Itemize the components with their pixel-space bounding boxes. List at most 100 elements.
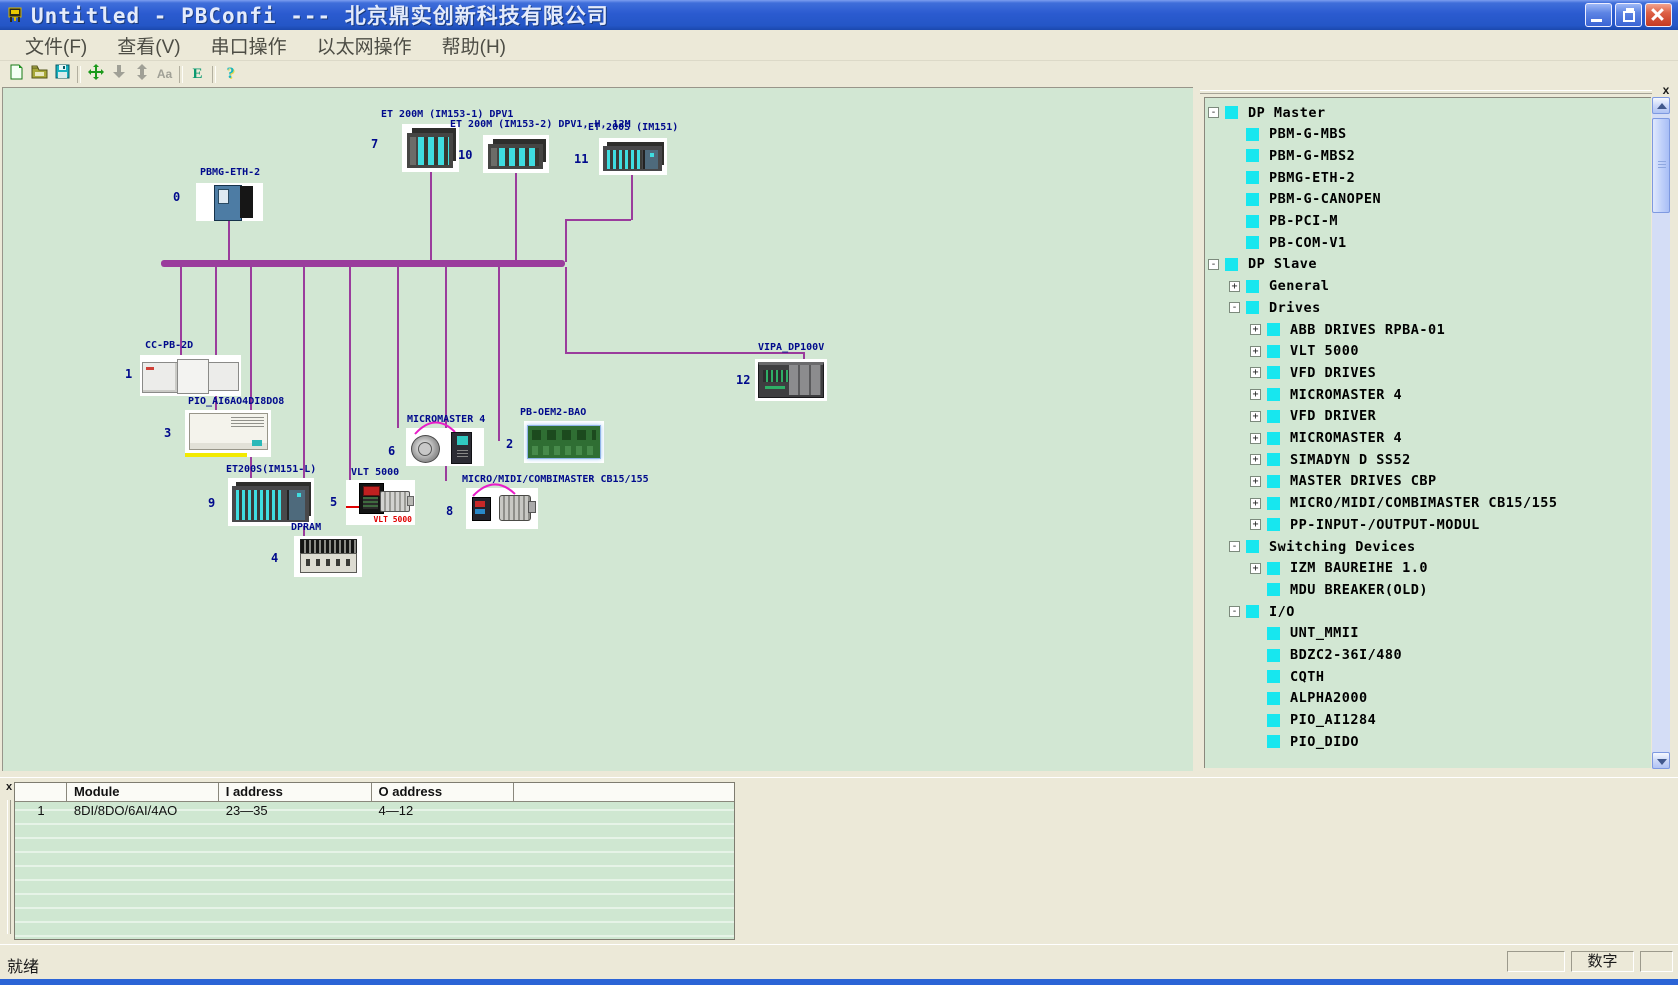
table-row[interactable]: 18DI/8DO/6AI/4AO23—354—12 — [15, 801, 734, 820]
tree-item-master-drives-cbp[interactable]: +MASTER DRIVES CBP — [1205, 471, 1651, 492]
tree-item-pb-pci-m[interactable]: PB-PCI-M — [1205, 211, 1651, 232]
tree-item-pb-com-v1[interactable]: PB-COM-V1 — [1205, 232, 1651, 253]
close-button[interactable] — [1645, 3, 1672, 27]
collapse-icon[interactable]: - — [1208, 107, 1219, 118]
menu-item-view[interactable]: 查看(V) — [102, 32, 195, 59]
device-type-icon — [1246, 128, 1259, 141]
collapse-icon[interactable]: - — [1208, 259, 1219, 270]
help-button[interactable]: ? — [219, 64, 242, 85]
menu-item-serial[interactable]: 串口操作 — [196, 32, 302, 59]
tree-item-micromaster-4[interactable]: +MICROMASTER 4 — [1205, 428, 1651, 449]
minimize-button[interactable] — [1585, 3, 1612, 27]
connection-line — [430, 172, 432, 262]
expand-icon[interactable]: + — [1250, 367, 1261, 378]
tree-item-pbm-g-mbs[interactable]: PBM-G-MBS — [1205, 124, 1651, 145]
save-button[interactable] — [51, 64, 74, 85]
new-file-button[interactable] — [5, 64, 28, 85]
plc-block — [208, 362, 239, 391]
device-pbmg-eth-2[interactable] — [196, 183, 263, 221]
module-address-table[interactable]: ModuleI addressO address 18DI/8DO/6AI/4A… — [14, 782, 735, 940]
expand-icon[interactable]: + — [1250, 519, 1261, 530]
tree-item-bdzc2-36i-480[interactable]: BDZC2-36I/480 — [1205, 645, 1651, 666]
tree-item-mdu-breaker-old[interactable]: MDU BREAKER(OLD) — [1205, 579, 1651, 600]
tree-item-pio-dido[interactable]: PIO_DIDO — [1205, 731, 1651, 752]
device-tree[interactable]: -DP MasterPBM-G-MBSPBM-G-MBS2PBMG-ETH-2P… — [1204, 97, 1651, 768]
tree-item-pbm-g-canopen[interactable]: PBM-G-CANOPEN — [1205, 189, 1651, 210]
tree-scrollbar[interactable] — [1652, 97, 1670, 769]
device-type-icon — [1267, 583, 1280, 596]
device-et-200m-im153-2-dpv1-h-12m[interactable] — [483, 135, 549, 173]
scrollbar-thumb[interactable] — [1652, 118, 1670, 213]
device-vipa-dp100v[interactable] — [755, 359, 827, 401]
device-type-icon — [1267, 410, 1280, 423]
tree-item-general[interactable]: +General — [1205, 276, 1651, 297]
device-cc-pb-2d[interactable] — [140, 355, 241, 396]
expand-icon[interactable]: + — [1250, 324, 1261, 335]
diagram-canvas[interactable]: PBMG-ETH-20ET 200M (IM153-1) DPV17ET 200… — [2, 87, 1193, 771]
tree-item-vfd-drives[interactable]: +VFD DRIVES — [1205, 362, 1651, 383]
tree-item-micro-midi-combimaster-cb15-155[interactable]: +MICRO/MIDI/COMBIMASTER CB15/155 — [1205, 493, 1651, 514]
title-bar[interactable]: Untitled - PBConfi --- 北京鼎实创新科技有限公司 — [0, 0, 1678, 30]
scroll-down-icon[interactable] — [1652, 752, 1670, 769]
expand-icon[interactable]: + — [1250, 389, 1261, 400]
column-header-empty[interactable] — [15, 783, 67, 801]
collapse-icon[interactable]: - — [1229, 606, 1240, 617]
menu-item-help[interactable]: 帮助(H) — [427, 32, 521, 59]
expand-icon[interactable]: + — [1250, 411, 1261, 422]
tree-item-izm-baureihe-1-0[interactable]: +IZM BAUREIHE 1.0 — [1205, 558, 1651, 579]
device-et200s-im151-l[interactable] — [228, 478, 314, 526]
tree-item-micromaster-4[interactable]: +MICROMASTER 4 — [1205, 384, 1651, 405]
font-button[interactable]: Aa — [153, 64, 176, 85]
column-header-i-address[interactable]: I address — [219, 783, 372, 801]
device-et-200m-im153-1-dpv1[interactable] — [402, 124, 459, 172]
tree-item-pbmg-eth-2[interactable]: PBMG-ETH-2 — [1205, 167, 1651, 188]
menu-item-file[interactable]: 文件(F) — [10, 32, 102, 59]
tree-item-vfd-driver[interactable]: +VFD DRIVER — [1205, 406, 1651, 427]
expand-icon[interactable]: + — [1250, 433, 1261, 444]
device-et-200s-im151[interactable] — [599, 138, 667, 175]
tree-item-unt-mmii[interactable]: UNT_MMII — [1205, 623, 1651, 644]
expand-icon[interactable]: + — [1250, 563, 1261, 574]
tree-item-vlt-5000[interactable]: +VLT 5000 — [1205, 341, 1651, 362]
expand-icon[interactable]: + — [1229, 281, 1240, 292]
column-header-o-address[interactable]: O address — [372, 783, 515, 801]
tree-item-pp-input-output-modul[interactable]: +PP-INPUT-/OUTPUT-MODUL — [1205, 514, 1651, 535]
move-button[interactable] — [84, 64, 107, 85]
menu-item-ethernet[interactable]: 以太网操作 — [302, 32, 427, 59]
device-dpram[interactable] — [294, 536, 362, 577]
scroll-up-icon[interactable] — [1652, 97, 1670, 114]
column-header-empty[interactable] — [514, 783, 734, 801]
expand-icon[interactable]: + — [1250, 476, 1261, 487]
device-vlt-5000[interactable]: VLT 5000 — [346, 480, 415, 525]
collapse-icon[interactable]: - — [1229, 302, 1240, 313]
expand-icon[interactable]: + — [1250, 498, 1261, 509]
tree-item-i-o[interactable]: -I/O — [1205, 601, 1651, 622]
panel-grip[interactable] — [1200, 90, 1652, 94]
expand-icon[interactable]: + — [1250, 346, 1261, 357]
tree-item-switching-devices[interactable]: -Switching Devices — [1205, 536, 1651, 557]
tree-item-drives[interactable]: -Drives — [1205, 297, 1651, 318]
restore-button[interactable] — [1615, 3, 1642, 27]
device-micromaster-4[interactable] — [406, 428, 484, 466]
column-header-module[interactable]: Module — [67, 783, 219, 801]
dock-grip[interactable] — [7, 800, 11, 934]
device-pio-ai6ao4di8do8[interactable] — [185, 410, 271, 457]
collapse-icon[interactable]: - — [1229, 541, 1240, 552]
tree-item-dp-master[interactable]: -DP Master — [1205, 102, 1651, 123]
motor-shaft — [407, 496, 414, 506]
open-file-button[interactable] — [28, 64, 51, 85]
upload-download-button[interactable] — [130, 64, 153, 85]
tree-item-abb-drives-rpba-01[interactable]: +ABB DRIVES RPBA-01 — [1205, 319, 1651, 340]
tree-item-simadyn-d-ss52[interactable]: +SIMADYN D SS52 — [1205, 449, 1651, 470]
tree-item-cqth[interactable]: CQTH — [1205, 666, 1651, 687]
tree-item-pbm-g-mbs2[interactable]: PBM-G-MBS2 — [1205, 145, 1651, 166]
tree-item-pio-ai1284[interactable]: PIO_AI1284 — [1205, 710, 1651, 731]
expand-icon[interactable]: + — [1250, 454, 1261, 465]
device-micro-midi-combimaster-cb15-155[interactable] — [466, 488, 538, 529]
download-button[interactable] — [107, 64, 130, 85]
panel-close-icon[interactable]: x — [1658, 83, 1674, 98]
edit-button[interactable]: E — [186, 64, 209, 85]
tree-item-alpha2000[interactable]: ALPHA2000 — [1205, 688, 1651, 709]
tree-item-dp-slave[interactable]: -DP Slave — [1205, 254, 1651, 275]
device-pb-oem2-bao[interactable] — [524, 421, 604, 463]
